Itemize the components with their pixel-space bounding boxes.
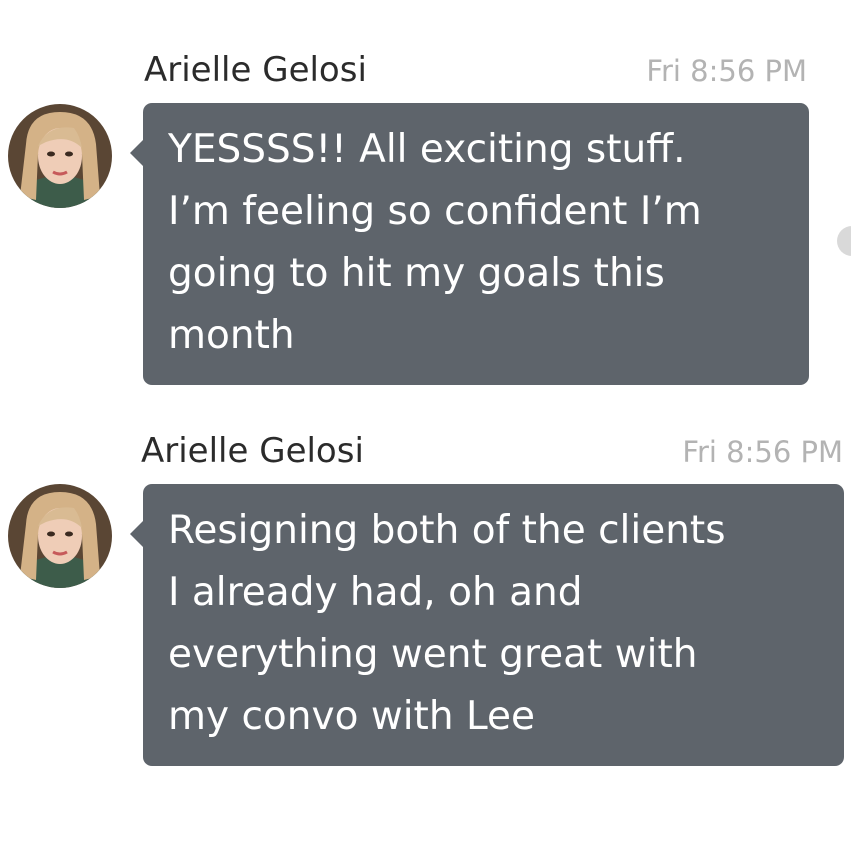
avatar-image xyxy=(8,104,112,208)
bubble-tail xyxy=(130,139,144,167)
bubble-tail xyxy=(130,520,144,548)
avatar-image xyxy=(8,484,112,588)
message-text: YESSSS!! All exciting stuff. I’m feeling… xyxy=(168,127,702,358)
sender-name: Arielle Gelosi xyxy=(141,431,364,471)
message-timestamp: Fri 8:56 PM xyxy=(682,435,843,469)
message-timestamp: Fri 8:56 PM xyxy=(646,54,807,88)
sender-name: Arielle Gelosi xyxy=(144,50,367,90)
message-bubble[interactable]: Resigning both of the clients I already … xyxy=(130,484,844,766)
avatar[interactable] xyxy=(8,104,112,208)
avatar[interactable] xyxy=(8,484,112,588)
message-text: Resigning both of the clients I already … xyxy=(168,508,726,739)
message-bubble[interactable]: YESSSS!! All exciting stuff. I’m feeling… xyxy=(130,103,809,385)
partial-icon xyxy=(837,226,851,256)
